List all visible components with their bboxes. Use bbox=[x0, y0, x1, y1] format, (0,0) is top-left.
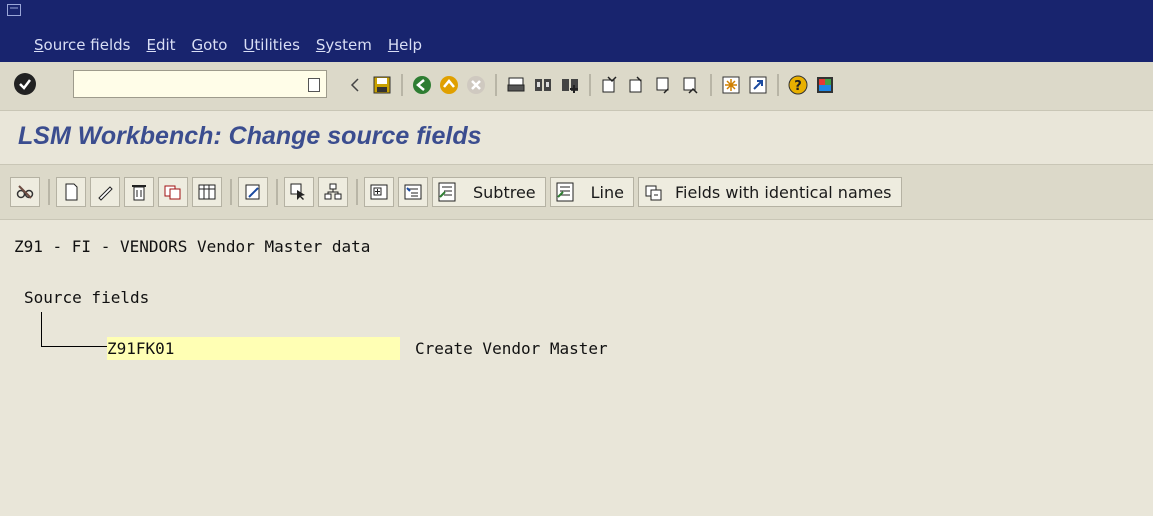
delete-button[interactable] bbox=[124, 177, 154, 207]
collapse-arrow-icon[interactable] bbox=[344, 74, 366, 96]
toolbar-separator bbox=[276, 179, 278, 205]
help-icon[interactable]: ? bbox=[787, 74, 809, 96]
find-next-icon[interactable] bbox=[559, 74, 581, 96]
table-view-button[interactable] bbox=[192, 177, 222, 207]
standard-toolbar-icons: ? bbox=[344, 72, 841, 98]
application-toolbar-buttons: Subtree Line Fields with identical names bbox=[10, 175, 906, 209]
svg-text:?: ? bbox=[794, 79, 802, 94]
menu-source-fields[interactable]: Source fields bbox=[34, 36, 130, 54]
window-title-bar: Source fields Edit Goto Utilities System… bbox=[0, 0, 1153, 62]
collapse-icon bbox=[404, 184, 422, 200]
line-label: Line bbox=[590, 182, 624, 202]
toolbar-separator bbox=[48, 179, 50, 205]
toolbar-separator bbox=[777, 74, 779, 96]
system-menu-icon[interactable] bbox=[7, 4, 21, 16]
change-button[interactable] bbox=[90, 177, 120, 207]
edit-button[interactable] bbox=[238, 177, 268, 207]
object-header-line: Z91 - FI - VENDORS Vendor Master data bbox=[14, 237, 371, 256]
shortcut-icon[interactable] bbox=[747, 74, 769, 96]
find-icon[interactable] bbox=[532, 74, 554, 96]
tree-node-description: Create Vendor Master bbox=[415, 339, 608, 358]
tree-node-name[interactable]: Z91FK01 bbox=[107, 339, 174, 358]
back-icon[interactable] bbox=[411, 74, 433, 96]
copy-button[interactable] bbox=[158, 177, 188, 207]
line-button[interactable]: Line bbox=[549, 177, 634, 207]
fields-identical-names-button[interactable]: Fields with identical names bbox=[637, 177, 902, 207]
print-icon[interactable] bbox=[505, 74, 527, 96]
save-icon[interactable] bbox=[371, 74, 393, 96]
first-page-icon[interactable] bbox=[599, 74, 621, 96]
last-page-icon[interactable] bbox=[680, 74, 702, 96]
trash-icon bbox=[132, 185, 146, 201]
command-history-icon[interactable] bbox=[308, 78, 320, 92]
create-session-icon[interactable] bbox=[720, 74, 742, 96]
layout-menu-icon[interactable] bbox=[814, 74, 836, 96]
menu-system[interactable]: System bbox=[316, 36, 372, 54]
hierarchy-icon bbox=[324, 183, 342, 200]
hierarchy-button[interactable] bbox=[318, 177, 348, 207]
previous-page-icon[interactable] bbox=[626, 74, 648, 96]
tree-connector-vertical bbox=[41, 312, 42, 346]
edit-document-icon bbox=[245, 184, 260, 200]
expand-button[interactable] bbox=[364, 177, 394, 207]
exit-icon[interactable] bbox=[438, 74, 460, 96]
pencil-glasses-icon bbox=[16, 185, 34, 199]
standard-toolbar: ? bbox=[0, 62, 1153, 111]
menu-utilities[interactable]: Utilities bbox=[243, 36, 299, 54]
next-page-icon[interactable] bbox=[653, 74, 675, 96]
subtree-button[interactable]: Subtree bbox=[432, 177, 546, 207]
toolbar-separator bbox=[710, 74, 712, 96]
pencil-icon bbox=[98, 186, 113, 201]
select-cursor-icon bbox=[290, 183, 305, 200]
menu-edit[interactable]: Edit bbox=[146, 36, 175, 54]
application-toolbar: Subtree Line Fields with identical names bbox=[0, 164, 1153, 220]
enter-check-icon[interactable] bbox=[14, 73, 36, 95]
create-button[interactable] bbox=[56, 177, 86, 207]
menu-help[interactable]: Help bbox=[388, 36, 422, 54]
tree-connector-horizontal bbox=[41, 346, 107, 347]
subtree-icon bbox=[438, 182, 456, 202]
subtree-label: Subtree bbox=[473, 182, 536, 202]
cancel-icon[interactable] bbox=[465, 74, 487, 96]
command-field[interactable] bbox=[73, 70, 327, 98]
toolbar-separator bbox=[589, 74, 591, 96]
identical-fields-icon bbox=[645, 185, 662, 201]
copy-icon bbox=[164, 185, 181, 200]
menu-goto[interactable]: Goto bbox=[192, 36, 228, 54]
toolbar-separator bbox=[230, 179, 232, 205]
line-icon bbox=[556, 182, 574, 202]
expand-icon bbox=[370, 184, 388, 200]
toolbar-separator bbox=[401, 74, 403, 96]
menu-bar: Source fields Edit Goto Utilities System… bbox=[34, 36, 438, 54]
page-title: LSM Workbench: Change source fields bbox=[18, 122, 482, 150]
collapse-button[interactable] bbox=[398, 177, 428, 207]
tree-root-node[interactable]: Source fields bbox=[24, 288, 149, 307]
table-icon bbox=[198, 184, 216, 200]
toolbar-separator bbox=[356, 179, 358, 205]
select-button[interactable] bbox=[284, 177, 314, 207]
fields-identical-names-label: Fields with identical names bbox=[674, 182, 892, 202]
display-change-button[interactable] bbox=[10, 177, 40, 207]
toolbar-separator bbox=[495, 74, 497, 96]
new-document-icon bbox=[65, 183, 78, 201]
